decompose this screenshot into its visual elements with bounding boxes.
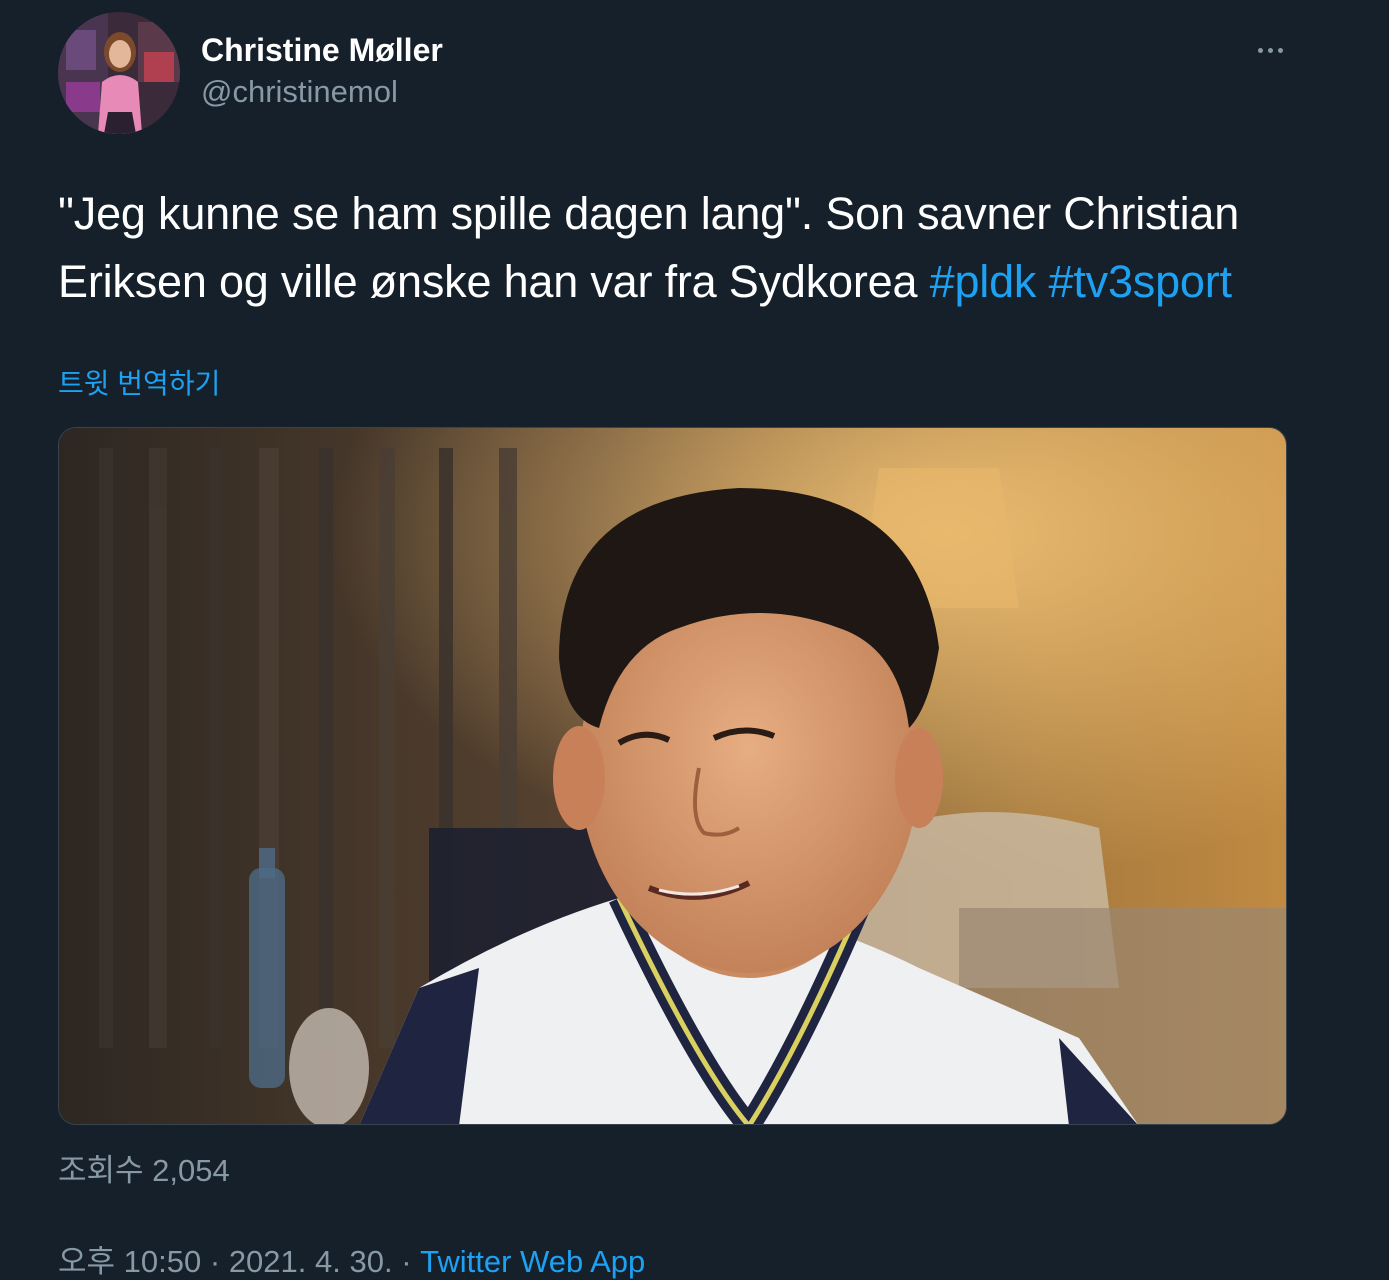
author-info: Christine Møller @christinemol [201,30,443,114]
user-handle[interactable]: @christinemol [201,70,443,114]
tweet: Christine Møller @christinemol "Jeg kunn… [0,0,1389,1280]
more-horizontal-icon [1267,47,1273,53]
hashtag-tv3sport[interactable]: #tv3sport [1049,256,1233,307]
video-player[interactable] [58,427,1287,1125]
separator: · [401,1244,412,1279]
more-horizontal-icon [1277,47,1283,53]
tweet-text: "Jeg kunne se ham spille dagen lang". So… [58,180,1308,316]
more-options-button[interactable] [1246,30,1294,70]
source-link[interactable]: Twitter Web App [420,1244,645,1279]
tweet-date[interactable]: 2021. 4. 30. [229,1244,393,1279]
hashtag-pldk[interactable]: #pldk [930,256,1037,307]
display-name[interactable]: Christine Møller [201,30,443,70]
more-horizontal-icon [1257,47,1263,53]
separator: · [209,1244,221,1279]
tweet-metadata: 오후 10:50 · 2021. 4. 30. · Twitter Web Ap… [58,1236,645,1280]
view-count: 조회수 2,054 [58,1153,230,1188]
avatar[interactable] [58,12,180,134]
tweet-time[interactable]: 오후 10:50 [58,1244,201,1279]
translate-tweet-link[interactable]: 트윗 번역하기 [58,362,220,402]
